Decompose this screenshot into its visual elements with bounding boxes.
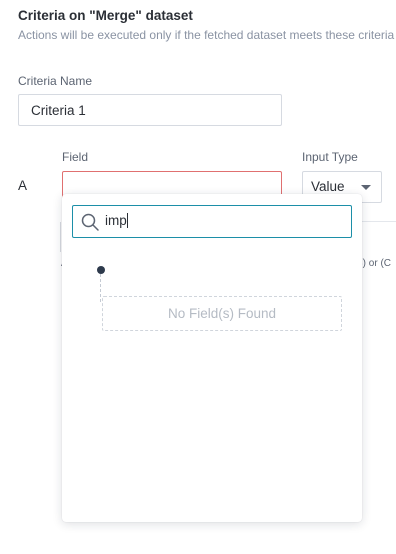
input-type-label: Input Type (302, 150, 358, 164)
text-cursor (126, 213, 128, 228)
page-subtitle: Actions will be executed only if the fet… (18, 28, 395, 42)
search-query: imp (105, 213, 127, 228)
page-title: Criteria on "Merge" dataset (18, 8, 193, 23)
field-dropdown-panel: imp No Field(s) Found (62, 194, 362, 522)
chevron-down-icon (361, 185, 371, 190)
field-search-input[interactable]: imp (105, 206, 128, 236)
empty-state-message: No Field(s) Found (102, 296, 342, 331)
criteria-row-letter: A (18, 178, 28, 193)
criteria-name-input[interactable] (18, 94, 282, 126)
criteria-name-label: Criteria Name (18, 74, 93, 88)
tree-root-node (97, 266, 105, 274)
criteria-editor: Criteria on "Merge" dataset Actions will… (0, 0, 396, 554)
search-icon (81, 213, 99, 231)
input-type-value: Value (311, 179, 345, 194)
field-search-box[interactable]: imp (72, 205, 352, 238)
tree-connector (100, 274, 101, 302)
field-label: Field (62, 150, 89, 164)
